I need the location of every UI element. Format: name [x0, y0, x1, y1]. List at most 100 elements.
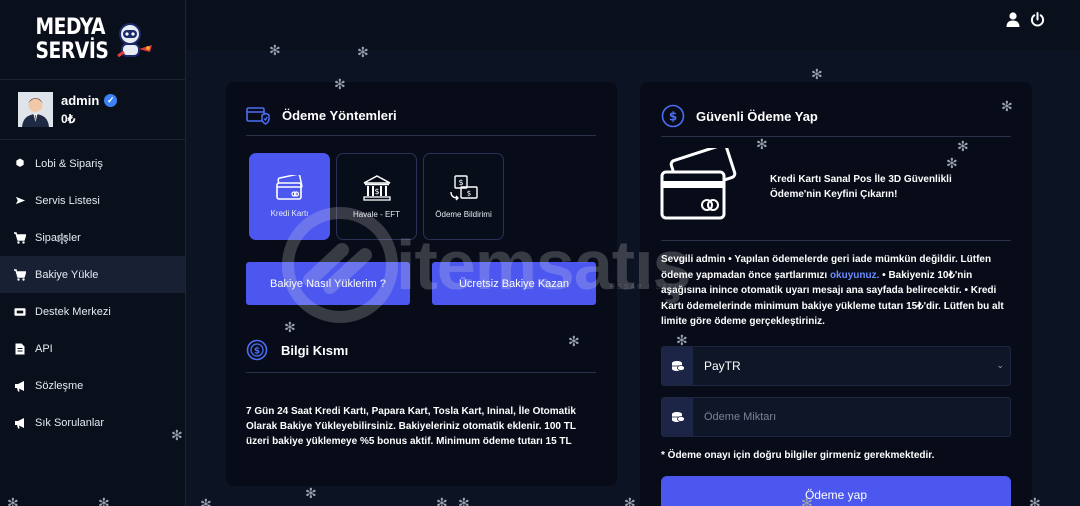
avatar[interactable] [18, 92, 53, 127]
sidebar-item-sozlesme[interactable]: Sözleşme [0, 367, 185, 404]
sidebar-item-label: Sık Sorulanlar [35, 416, 105, 429]
power-icon[interactable] [1029, 11, 1045, 27]
coin-icon: $ [246, 339, 268, 361]
svg-text:$: $ [458, 178, 463, 187]
amount-input[interactable] [704, 411, 1010, 423]
user-profile: admin ✓ 0₺ [0, 80, 185, 140]
avatar-icon [18, 92, 53, 127]
payment-methods-card: Ödeme Yöntemleri Kredi Kartı $ Havale - … [226, 82, 617, 486]
required-note: * Ödeme onayı için doğru bilgiler girmen… [661, 450, 935, 461]
secure-payment-card: $ Güvenli Ödeme Yap Kredi Kartı Sanal Po… [640, 82, 1032, 506]
snowflake-icon: ✻ [946, 155, 958, 171]
svg-text:$: $ [466, 190, 470, 198]
payment-amount-field[interactable] [661, 397, 1011, 437]
snowflake-icon: ✻ [624, 495, 636, 506]
snowflake-icon: ✻ [305, 485, 317, 501]
payment-method-notification[interactable]: $ $ Ödeme Bildirimi [423, 153, 504, 240]
astronaut-logo-icon [117, 22, 153, 57]
snowflake-icon: ✻ [568, 333, 580, 349]
divider [661, 136, 1011, 137]
sidebar: MEDYA SERVİS admin ✓ 0₺ ⬢ Lobi & Sipariş… [0, 0, 186, 506]
snowflake-icon: ✻ [1029, 495, 1041, 506]
payment-method-credit-card[interactable]: Kredi Kartı [249, 153, 330, 240]
svg-text:$: $ [254, 347, 260, 357]
payment-method-bank-transfer[interactable]: $ Havale - EFT [336, 153, 417, 240]
sidebar-item-label: Sözleşme [35, 379, 84, 392]
snowflake-icon: ✻ [458, 495, 470, 506]
user-icon[interactable] [1005, 11, 1021, 27]
snowflake-icon: ✻ [98, 495, 110, 506]
sidebar-item-label: Servis Listesi [35, 194, 100, 207]
snowflake-icon: ✻ [676, 332, 688, 348]
user-name-label: admin [61, 93, 100, 108]
payment-methods-header: Ödeme Yöntemleri [246, 104, 397, 126]
payment-method-label: Havale - EFT [352, 210, 401, 219]
info-text: 7 Gün 24 Saat Kredi Kartı, Papara Kart, … [246, 406, 576, 447]
credit-cards-illustration-icon [660, 148, 737, 220]
sidebar-item-label: Destek Merkezi [35, 305, 111, 318]
coins-icon [662, 398, 693, 436]
divider [246, 372, 596, 373]
snowflake-icon: ✻ [1001, 98, 1013, 114]
document-icon [14, 343, 26, 355]
snowflake-icon: ✻ [171, 427, 183, 443]
secure-payment-header: $ Güvenli Ödeme Yap [661, 104, 818, 128]
dollar-circle-icon: $ [661, 104, 685, 128]
snowflake-icon: ✻ [811, 66, 823, 82]
watermark-subtext: HESAP / SATIŞ [610, 284, 686, 291]
sidebar-item-sik-sorulanlar[interactable]: Sık Sorulanlar [0, 404, 185, 441]
money-transfer-icon: $ $ [449, 175, 478, 201]
sidebar-item-lobi-siparis[interactable]: ⬢ Lobi & Sipariş [0, 145, 185, 182]
snowflake-icon: ✻ [7, 495, 19, 506]
sidebar-item-siparisler[interactable]: Siparişler [0, 219, 185, 256]
snowflake-icon: ✻ [56, 231, 68, 247]
svg-text:$: $ [669, 110, 677, 124]
credit-card-icon [275, 175, 303, 200]
svg-text:$: $ [374, 187, 379, 196]
provider-value: PayTR [704, 359, 741, 373]
chevron-down-icon: ⌄ [996, 360, 1004, 370]
user-name: admin ✓ [61, 93, 118, 108]
how-to-top-up-button[interactable]: Bakiye Nasıl Yüklerim ? [246, 262, 410, 305]
snowflake-icon: ✻ [334, 76, 346, 92]
secure-card-icon [246, 107, 270, 125]
snowflake-icon: ✻ [269, 42, 281, 58]
sidebar-item-destek-merkezi[interactable]: Destek Merkezi [0, 293, 185, 330]
verified-badge-icon: ✓ [104, 94, 118, 107]
info-header: $ Bilgi Kısmı [246, 338, 348, 362]
brand-text: MEDYA SERVİS [35, 14, 108, 64]
terms-link[interactable]: okuyunuz. [830, 270, 879, 281]
snowflake-icon: ✻ [756, 136, 768, 152]
sidebar-item-api[interactable]: API [0, 330, 185, 367]
sidebar-item-servis-listesi[interactable]: Servis Listesi [0, 182, 185, 219]
brand-line-2: SERVİS [35, 38, 108, 64]
payment-method-label: Ödeme Bildirimi [435, 210, 492, 219]
promo-text: Kredi Kartı Sanal Pos İle 3D Güvenlikli … [770, 174, 952, 200]
payment-methods-title: Ödeme Yöntemleri [282, 107, 397, 123]
sidebar-item-bakiye-yukle[interactable]: Bakiye Yükle [0, 256, 185, 293]
brand-logo[interactable]: MEDYA SERVİS [0, 0, 185, 80]
cube-icon: ⬢ [15, 158, 25, 169]
topbar [187, 0, 1080, 50]
coins-icon [662, 347, 693, 385]
divider [661, 240, 1011, 241]
sidebar-item-label: Lobi & Sipariş [35, 157, 103, 170]
snowflake-icon: ✻ [436, 495, 448, 506]
sidebar-item-label: API [35, 342, 53, 355]
snowflake-icon: ✻ [284, 319, 296, 335]
submit-payment-button[interactable]: Ödeme yap [661, 476, 1011, 506]
cart-icon [14, 231, 26, 244]
snowflake-icon: ✻ [801, 495, 813, 506]
earn-free-balance-button[interactable]: Ücretsiz Bakiye Kazan [432, 262, 596, 305]
payment-method-label: Kredi Kartı [270, 209, 309, 218]
payment-notice: Sevgili admin • Yapılan ödemelerde geri … [661, 252, 1011, 330]
send-icon [14, 195, 26, 207]
user-balance: 0₺ [61, 112, 76, 126]
payment-provider-select[interactable]: PayTR ⌄ [661, 346, 1011, 386]
snowflake-icon: ✻ [200, 496, 212, 506]
snowflake-icon: ✻ [957, 138, 969, 154]
sidebar-nav: ⬢ Lobi & Sipariş Servis Listesi Siparişl… [0, 145, 185, 441]
sidebar-item-label: Bakiye Yükle [35, 268, 99, 281]
info-title: Bilgi Kısmı [281, 342, 349, 358]
brand-line-1: MEDYA [35, 14, 105, 40]
